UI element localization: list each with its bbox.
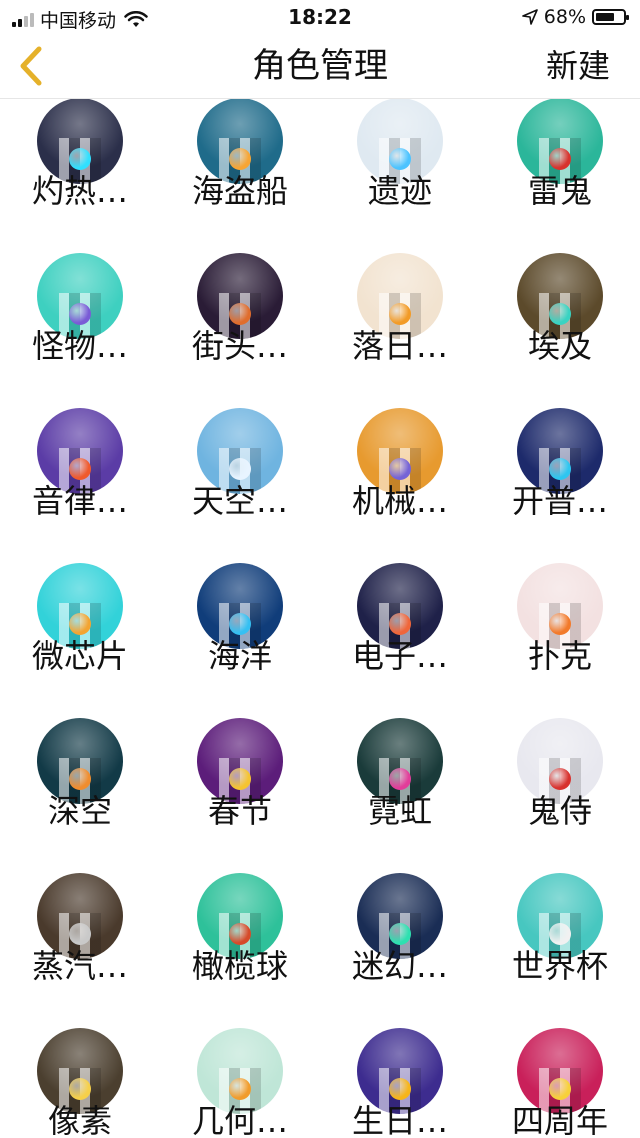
role-label: 世界杯	[511, 947, 608, 985]
status-right: 68%	[521, 6, 629, 28]
ball-graphic	[549, 303, 571, 325]
ball-graphic	[69, 613, 91, 635]
role-label: 音律…	[31, 482, 128, 520]
role-item[interactable]: 微芯片	[0, 563, 160, 719]
status-bar: 中国移动 18:22 68%	[0, 0, 640, 34]
role-label: 像素	[47, 1102, 112, 1138]
battery-percent: 68%	[543, 6, 586, 28]
location-arrow-icon	[521, 9, 538, 25]
role-item[interactable]: 音律…	[0, 408, 160, 564]
ball-graphic	[69, 148, 91, 170]
role-item[interactable]: 春节	[160, 718, 320, 874]
role-label: 埃及	[527, 327, 592, 365]
role-label: 天空…	[191, 482, 288, 520]
role-label: 春节	[207, 792, 272, 830]
role-label: 四周年	[511, 1102, 608, 1138]
role-item[interactable]: 深空	[0, 718, 160, 874]
ball-graphic	[229, 768, 251, 790]
role-label: 海洋	[207, 637, 272, 675]
ball-graphic	[549, 923, 571, 945]
role-label: 雷鬼	[527, 172, 592, 210]
role-label: 迷幻…	[351, 947, 448, 985]
role-label: 遗迹	[367, 172, 432, 210]
role-label: 落日…	[351, 327, 448, 365]
ball-graphic	[549, 148, 571, 170]
role-label: 蒸汽…	[31, 947, 128, 985]
ball-graphic	[389, 1078, 411, 1100]
ball-graphic	[549, 1078, 571, 1100]
role-item[interactable]: 怪物…	[0, 253, 160, 409]
ball-graphic	[69, 458, 91, 480]
role-label: 电子…	[351, 637, 448, 675]
role-label: 霓虹	[367, 792, 432, 830]
role-item[interactable]: 蒸汽…	[0, 873, 160, 1029]
role-label: 几何…	[191, 1102, 288, 1138]
role-label: 深空	[47, 792, 112, 830]
role-item[interactable]: 埃及	[480, 253, 640, 409]
role-label: 灼热…	[31, 172, 128, 210]
ball-graphic	[229, 458, 251, 480]
ball-graphic	[389, 303, 411, 325]
battery-icon	[592, 9, 629, 25]
battery-fill	[596, 13, 614, 21]
role-item[interactable]: 生日…	[320, 1028, 480, 1138]
role-item[interactable]: 像素	[0, 1028, 160, 1138]
ball-graphic	[69, 1078, 91, 1100]
role-item[interactable]: 灼热…	[0, 99, 160, 254]
role-item[interactable]: 鬼侍	[480, 718, 640, 874]
ball-graphic	[229, 613, 251, 635]
role-item[interactable]: 几何…	[160, 1028, 320, 1138]
role-item[interactable]: 扑克	[480, 563, 640, 719]
ball-graphic	[229, 923, 251, 945]
ball-graphic	[389, 923, 411, 945]
role-item[interactable]: 橄榄球	[160, 873, 320, 1029]
ball-graphic	[69, 303, 91, 325]
role-item[interactable]: 霓虹	[320, 718, 480, 874]
role-label: 生日…	[351, 1102, 448, 1138]
role-label: 海盗船	[191, 172, 288, 210]
role-label: 开普…	[511, 482, 608, 520]
role-label: 鬼侍	[527, 792, 592, 830]
ball-graphic	[229, 1078, 251, 1100]
role-item[interactable]: 遗迹	[320, 99, 480, 254]
new-button[interactable]: 新建	[546, 42, 610, 90]
role-item[interactable]: 落日…	[320, 253, 480, 409]
ball-graphic	[389, 148, 411, 170]
ball-graphic	[229, 303, 251, 325]
ball-graphic	[549, 613, 571, 635]
role-label: 街头…	[191, 327, 288, 365]
role-item[interactable]: 四周年	[480, 1028, 640, 1138]
role-item[interactable]: 迷幻…	[320, 873, 480, 1029]
page-title: 角色管理	[252, 46, 388, 86]
role-item[interactable]: 海盗船	[160, 99, 320, 254]
ball-graphic	[69, 923, 91, 945]
ball-graphic	[389, 768, 411, 790]
role-item[interactable]: 开普…	[480, 408, 640, 564]
ball-graphic	[69, 768, 91, 790]
role-label: 橄榄球	[191, 947, 288, 985]
role-label: 扑克	[527, 637, 592, 675]
role-label: 怪物…	[31, 327, 128, 365]
navigation-bar: 角色管理 新建	[0, 34, 640, 99]
ball-graphic	[549, 768, 571, 790]
role-grid: 灼热… 海盗船 遗迹 雷鬼怪物… 街头… 落日… 埃及音律… 天空… 机械… 开普… 微芯片 海洋 电子…	[0, 99, 640, 1138]
role-item[interactable]: 机械…	[320, 408, 480, 564]
ball-graphic	[229, 148, 251, 170]
ball-graphic	[389, 458, 411, 480]
role-item[interactable]: 天空…	[160, 408, 320, 564]
role-item[interactable]: 电子…	[320, 563, 480, 719]
ball-graphic	[549, 458, 571, 480]
role-item[interactable]: 海洋	[160, 563, 320, 719]
role-label: 微芯片	[31, 637, 128, 675]
role-label: 机械…	[351, 482, 448, 520]
role-item[interactable]: 世界杯	[480, 873, 640, 1029]
role-item[interactable]: 街头…	[160, 253, 320, 409]
role-item[interactable]: 雷鬼	[480, 99, 640, 254]
ball-graphic	[389, 613, 411, 635]
